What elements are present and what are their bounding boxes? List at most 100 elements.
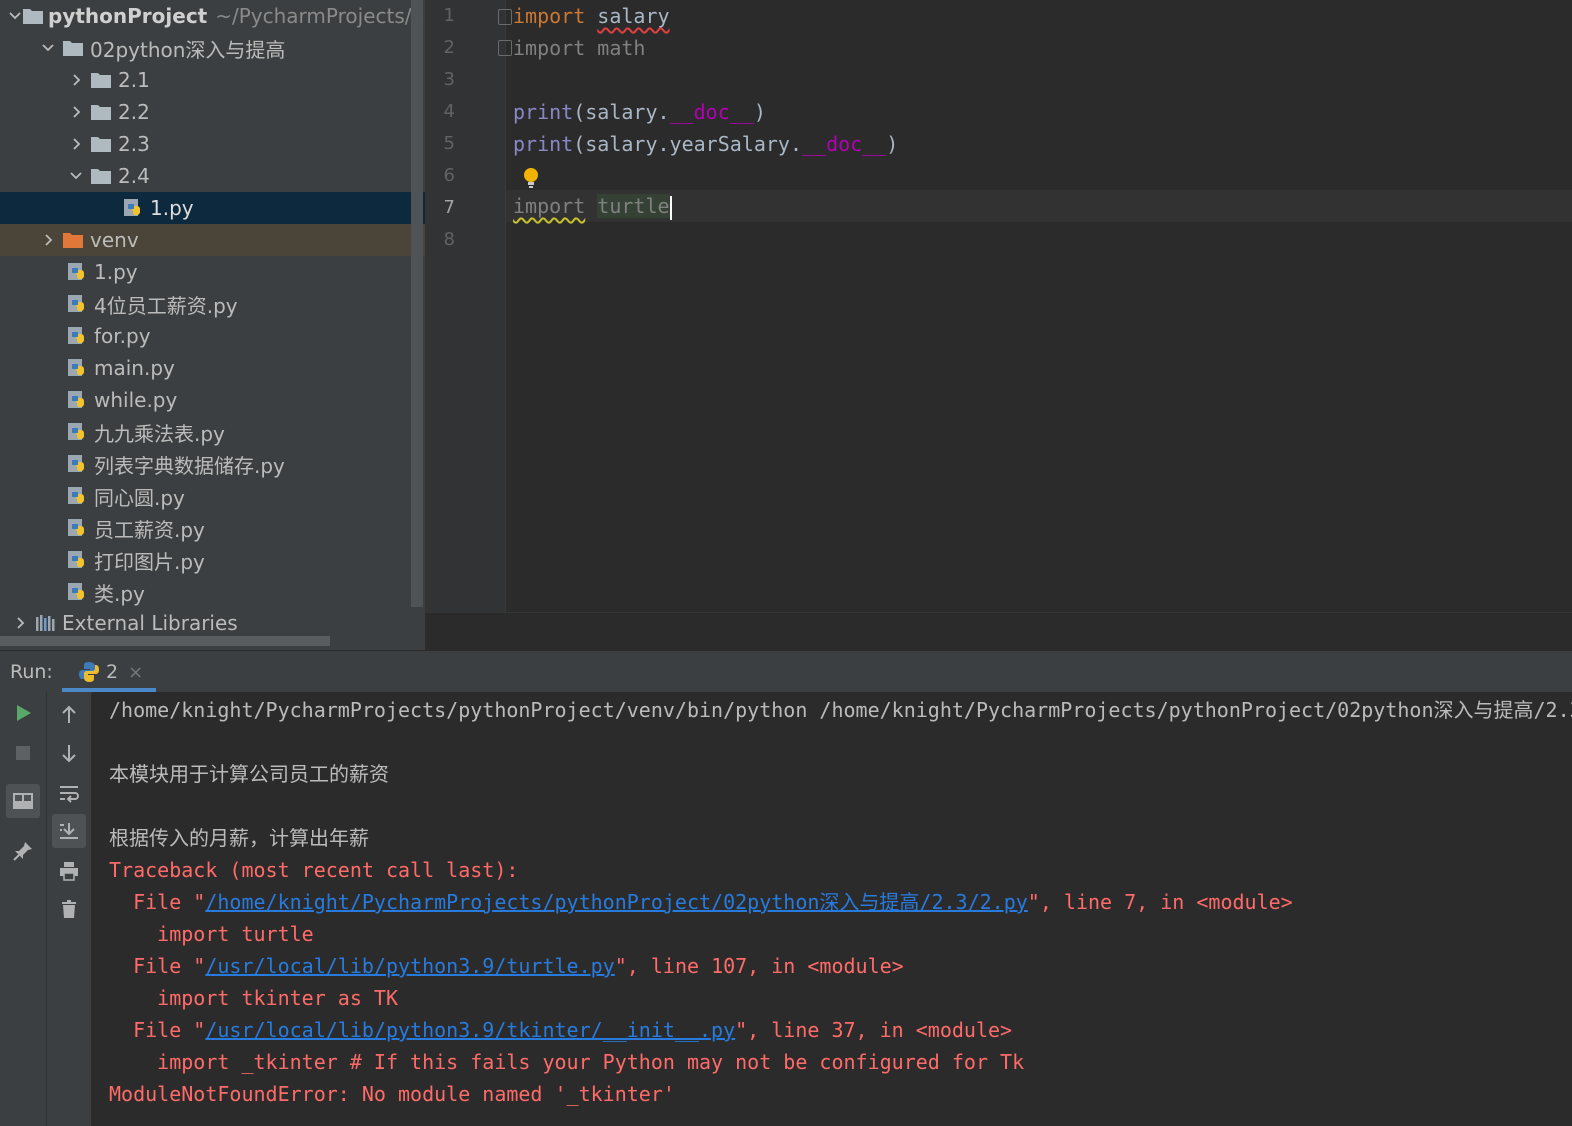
tree-item-file[interactable]: 九九乘法表.py xyxy=(0,416,425,448)
traceback-header: Traceback (most recent call last): xyxy=(109,858,519,882)
module-name: salary xyxy=(597,4,670,28)
tree-item-label: 类.py xyxy=(94,581,145,606)
clear-all-button[interactable] xyxy=(52,892,86,926)
tree-horizontal-scrollbar[interactable] xyxy=(0,636,330,646)
error-message: ModuleNotFoundError: No module named '_t… xyxy=(109,1082,675,1106)
file-link[interactable]: /home/knight/PycharmProjects/pythonProje… xyxy=(205,890,1027,914)
code-line-7[interactable]: import turtle xyxy=(513,190,672,222)
pin-tab-button[interactable] xyxy=(6,834,40,868)
builtin-function: print xyxy=(513,100,574,124)
code-text: ) xyxy=(886,132,899,156)
tree-item-label: pythonProject xyxy=(48,4,208,28)
frame-prefix: File " xyxy=(109,1018,206,1042)
line-number-current: 7 xyxy=(443,197,455,218)
module-name: turtle xyxy=(597,194,670,218)
run-tab[interactable]: 2 × xyxy=(62,651,156,693)
python-file-icon xyxy=(64,260,90,284)
chevron-right-icon[interactable] xyxy=(8,611,32,635)
tree-item-label: 2.3 xyxy=(118,132,150,156)
code-line-1[interactable]: import salary xyxy=(513,0,670,32)
tree-item-folder[interactable]: 2.1 xyxy=(0,64,425,96)
folder-icon xyxy=(60,36,86,60)
code-text: ) xyxy=(753,100,766,124)
tree-item-file-selected[interactable]: 1.py xyxy=(0,192,425,224)
tree-item-file[interactable]: 同心圆.py xyxy=(0,480,425,512)
tree-item-folder[interactable]: 2.4 xyxy=(0,160,425,192)
code-editor[interactable]: 1 2 3 4 5 6 7 8 import salary import mat… xyxy=(425,0,1572,651)
editor-gutter[interactable]: 1 2 3 4 5 6 7 8 xyxy=(425,0,512,612)
frame-prefix: File " xyxy=(109,954,206,978)
print-button[interactable] xyxy=(52,854,86,888)
run-console-output[interactable]: /home/knight/PycharmProjects/pythonProje… xyxy=(92,692,1572,1126)
tree-item-label: 列表字典数据储存.py xyxy=(94,453,285,478)
tree-item-label: for.py xyxy=(94,324,151,348)
tree-item-file[interactable]: 列表字典数据储存.py xyxy=(0,448,425,480)
scroll-down-button[interactable] xyxy=(52,736,86,770)
keyword: import xyxy=(513,36,586,60)
python-file-icon xyxy=(64,388,90,412)
intention-bulb-icon[interactable] xyxy=(520,166,542,190)
tree-item-folder[interactable]: 2.3 xyxy=(0,128,425,160)
folder-icon xyxy=(88,100,114,124)
tree-item-root[interactable]: pythonProject ~/PycharmProjects/pytho xyxy=(0,0,425,32)
run-tab-label: 2 xyxy=(106,661,119,683)
tree-item-label: while.py xyxy=(94,388,178,412)
chevron-right-icon[interactable] xyxy=(64,132,88,156)
tree-item-file[interactable]: 类.py xyxy=(0,576,425,608)
close-icon[interactable]: × xyxy=(128,662,143,683)
tree-item-file[interactable]: 4位员工薪资.py xyxy=(0,288,425,320)
tree-item-label: 2.4 xyxy=(118,164,150,188)
pin-icon xyxy=(13,842,32,861)
tree-item-file[interactable]: 员工薪资.py xyxy=(0,512,425,544)
run-toolbar-secondary xyxy=(47,692,91,1126)
scroll-to-end-button[interactable] xyxy=(52,814,86,848)
run-tool-header: Run: 2 × xyxy=(0,650,1572,694)
file-link[interactable]: /usr/local/lib/python3.9/tkinter/__init_… xyxy=(205,1018,735,1042)
code-line-2[interactable]: import math xyxy=(513,32,645,64)
line-number: 1 xyxy=(443,5,455,26)
chevron-right-icon[interactable] xyxy=(64,68,88,92)
line-number: 4 xyxy=(443,101,455,122)
stop-button[interactable] xyxy=(6,736,40,770)
library-icon xyxy=(32,611,58,635)
console-output-line: 根据传入的月薪，计算出年薪 xyxy=(109,826,369,850)
python-file-icon xyxy=(64,452,90,476)
tree-item-external-libraries[interactable]: External Libraries xyxy=(0,607,418,639)
code-text: (salary.yearSalary. xyxy=(573,132,802,156)
tree-item-file[interactable]: while.py xyxy=(0,384,425,416)
frame-suffix: ", line 37, in <module> xyxy=(735,1018,1013,1042)
tree-item-file[interactable]: for.py xyxy=(0,320,425,352)
scroll-up-button[interactable] xyxy=(52,698,86,732)
tree-item-file[interactable]: main.py xyxy=(0,352,425,384)
python-file-icon xyxy=(64,420,90,444)
tree-item-file[interactable]: 打印图片.py xyxy=(0,544,425,576)
tree-item-venv[interactable]: venv xyxy=(0,224,425,256)
chevron-down-icon[interactable] xyxy=(64,164,88,188)
file-link[interactable]: /usr/local/lib/python3.9/turtle.py xyxy=(205,954,614,978)
chevron-down-icon[interactable] xyxy=(36,36,60,60)
chevron-down-icon[interactable] xyxy=(8,4,22,28)
soft-wrap-button[interactable] xyxy=(52,776,86,810)
fold-marker-icon[interactable] xyxy=(498,40,512,56)
tree-item-label: 员工薪资.py xyxy=(94,517,205,542)
folder-icon xyxy=(88,164,114,188)
chevron-right-icon[interactable] xyxy=(36,228,60,252)
soft-wrap-icon xyxy=(60,786,79,803)
keyword: import xyxy=(513,4,586,28)
frame-suffix: ", line 7, in <module> xyxy=(1027,890,1293,914)
run-label: Run: xyxy=(10,661,53,683)
tree-item-label: 2.1 xyxy=(118,68,150,92)
fold-marker-icon[interactable] xyxy=(498,9,512,25)
code-line-5[interactable]: print(salary.yearSalary.__doc__) xyxy=(513,128,898,160)
tree-vertical-scrollbar[interactable] xyxy=(411,0,423,607)
tree-item-folder-main[interactable]: 02python深入与提高 xyxy=(0,32,425,64)
traceback-code: import turtle xyxy=(109,922,314,946)
tree-item-file[interactable]: 1.py xyxy=(0,256,425,288)
line-number: 2 xyxy=(443,37,455,58)
rerun-button[interactable] xyxy=(6,696,40,730)
line-number: 6 xyxy=(443,165,455,186)
tree-item-folder[interactable]: 2.2 xyxy=(0,96,425,128)
code-line-4[interactable]: print(salary.__doc__) xyxy=(513,96,766,128)
chevron-right-icon[interactable] xyxy=(64,100,88,124)
layout-toggle-button[interactable] xyxy=(6,784,40,818)
